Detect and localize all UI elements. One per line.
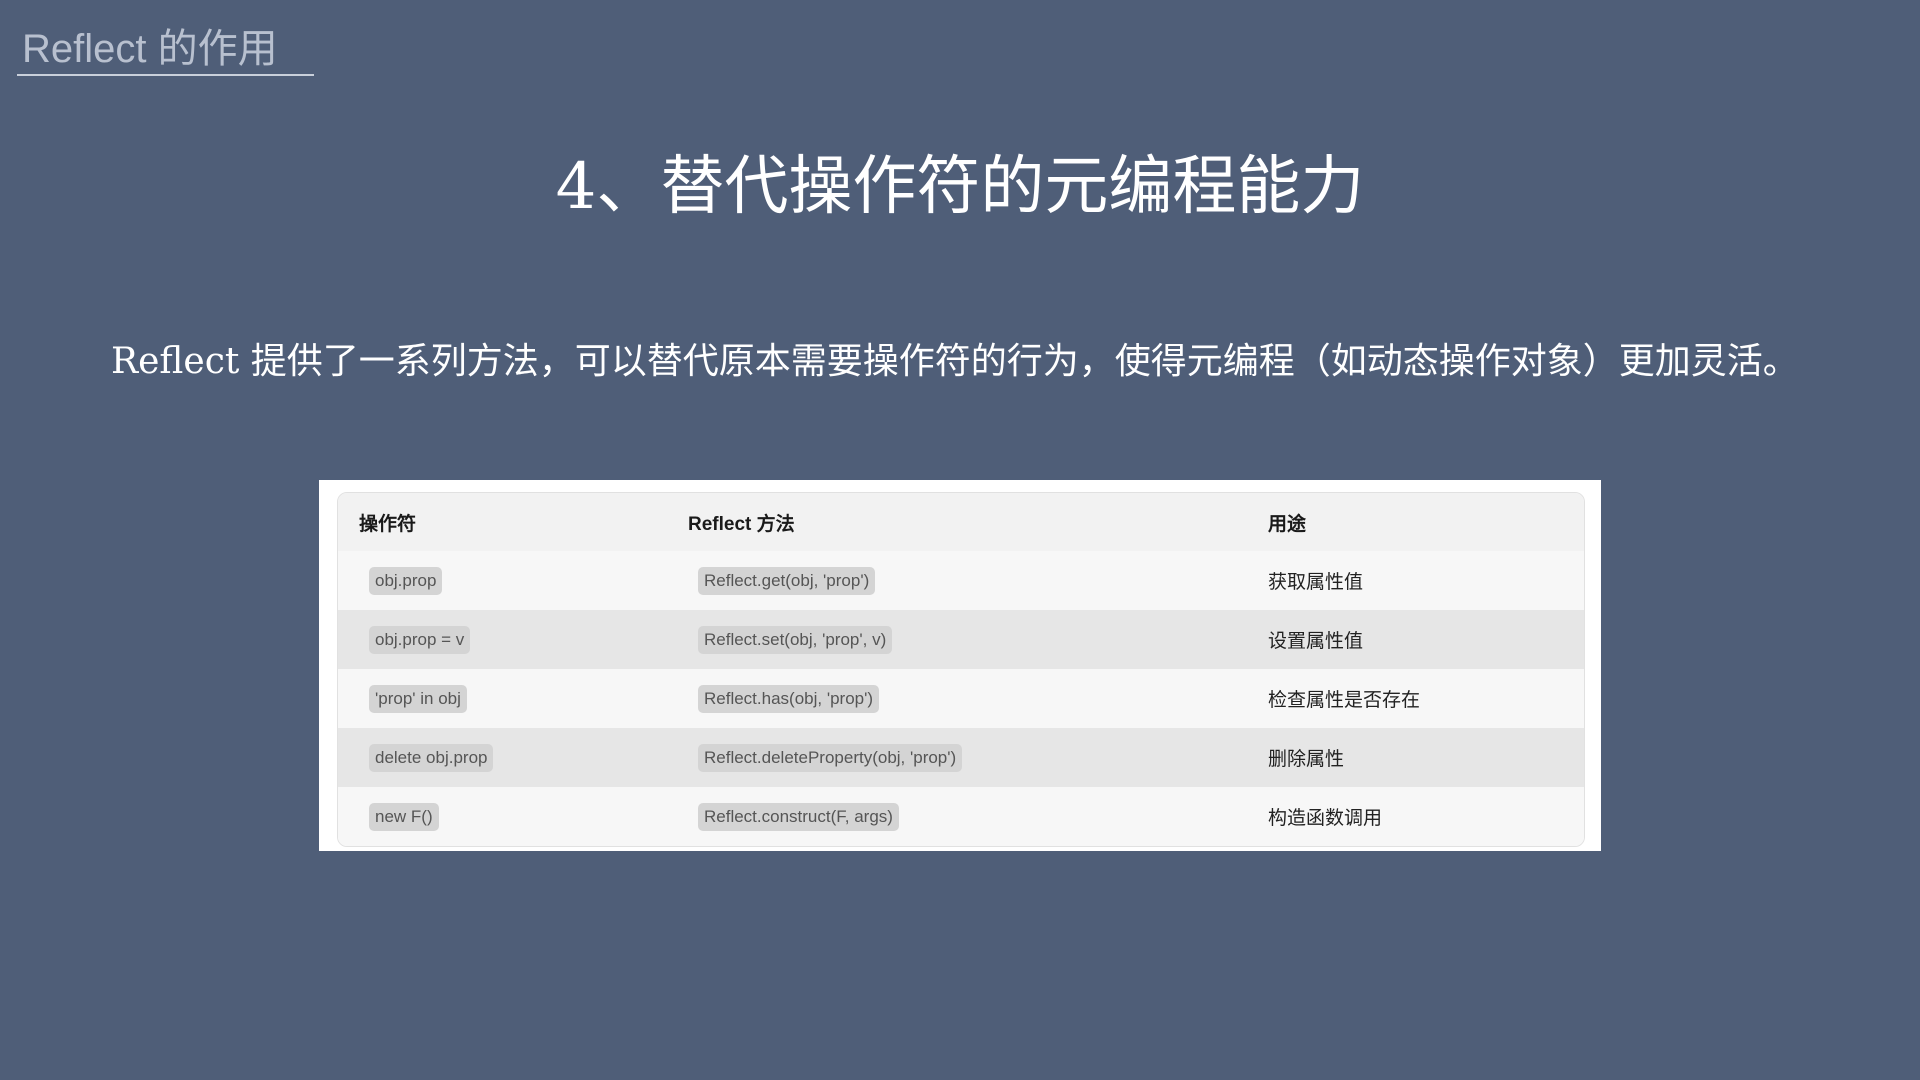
- usage-cell: 构造函数调用: [1267, 787, 1584, 846]
- method-code: Reflect.deleteProperty(obj, 'prop'): [698, 743, 963, 772]
- usage-cell: 设置属性值: [1267, 610, 1584, 669]
- method-code: Reflect.get(obj, 'prop'): [698, 566, 876, 595]
- operator-cell: obj.prop: [338, 551, 687, 610]
- table-row: obj.prop = v Reflect.set(obj, 'prop', v)…: [338, 610, 1584, 669]
- operator-code: 'prop' in obj: [369, 684, 467, 713]
- table-row: new F() Reflect.construct(F, args) 构造函数调…: [338, 787, 1584, 846]
- table-row: 'prop' in obj Reflect.has(obj, 'prop') 检…: [338, 669, 1584, 728]
- method-code: Reflect.has(obj, 'prop'): [698, 684, 880, 713]
- comparison-table: 操作符 Reflect 方法 用途 obj.prop Reflect.get(o…: [338, 493, 1584, 846]
- method-cell: Reflect.deleteProperty(obj, 'prop'): [687, 728, 1267, 787]
- operator-code: obj.prop = v: [369, 625, 471, 654]
- usage-cell: 获取属性值: [1267, 551, 1584, 610]
- usage-cell: 检查属性是否存在: [1267, 669, 1584, 728]
- slide-title: 4、替代操作符的元编程能力: [555, 150, 1365, 224]
- column-header-operator: 操作符: [338, 493, 687, 551]
- operator-code: new F(): [369, 802, 439, 831]
- table-header-row: 操作符 Reflect 方法 用途: [338, 493, 1584, 551]
- table-row: obj.prop Reflect.get(obj, 'prop') 获取属性值: [338, 551, 1584, 610]
- header-underline: [17, 74, 314, 76]
- operator-cell: delete obj.prop: [338, 728, 687, 787]
- section-header: Reflect 的作用: [22, 27, 278, 71]
- table-row: delete obj.prop Reflect.deleteProperty(o…: [338, 728, 1584, 787]
- method-code: Reflect.set(obj, 'prop', v): [698, 625, 893, 654]
- slide-description: Reflect 提供了一系列方法，可以替代原本需要操作符的行为，使得元编程（如动…: [111, 341, 1799, 382]
- method-cell: Reflect.set(obj, 'prop', v): [687, 610, 1267, 669]
- column-header-usage: 用途: [1267, 493, 1584, 551]
- table-card: 操作符 Reflect 方法 用途 obj.prop Reflect.get(o…: [319, 480, 1601, 851]
- column-header-method: Reflect 方法: [687, 493, 1267, 551]
- operator-code: obj.prop: [369, 566, 443, 595]
- comparison-table-frame: 操作符 Reflect 方法 用途 obj.prop Reflect.get(o…: [337, 492, 1585, 847]
- operator-cell: obj.prop = v: [338, 610, 687, 669]
- operator-code: delete obj.prop: [369, 743, 494, 772]
- method-code: Reflect.construct(F, args): [698, 802, 899, 831]
- method-cell: Reflect.construct(F, args): [687, 787, 1267, 846]
- operator-cell: new F(): [338, 787, 687, 846]
- usage-cell: 删除属性: [1267, 728, 1584, 787]
- method-cell: Reflect.has(obj, 'prop'): [687, 669, 1267, 728]
- operator-cell: 'prop' in obj: [338, 669, 687, 728]
- method-cell: Reflect.get(obj, 'prop'): [687, 551, 1267, 610]
